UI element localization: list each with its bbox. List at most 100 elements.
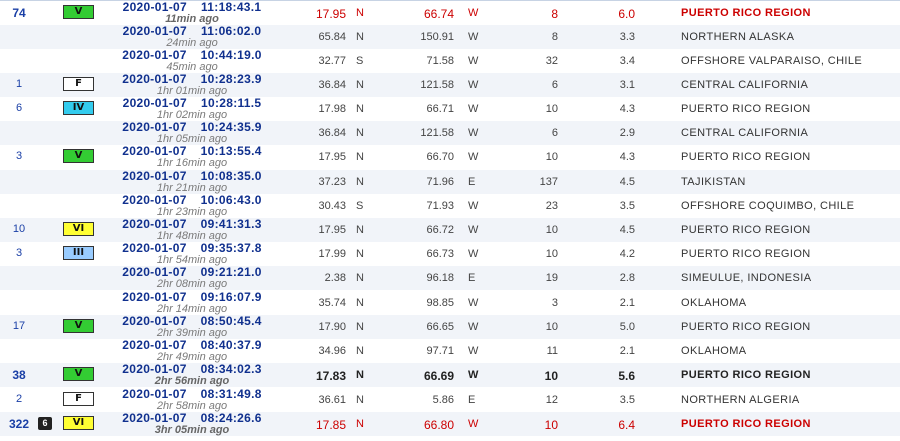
event-time[interactable]: 08:31:49.8 (201, 387, 262, 401)
earthquake-row[interactable]: 3 III 2020-01-07 09:35:37.8 1hr 54min ago 17.… (0, 241, 900, 267)
earthquake-row[interactable]: 2020-01-07 10:08:35.0 1hr 21min ago 37.23 N 7… (0, 170, 900, 194)
felt-reports-link[interactable]: 6 (16, 102, 22, 114)
event-date[interactable]: 2020-01-07 (122, 387, 186, 401)
event-date[interactable]: 2020-01-07 (122, 120, 186, 134)
earthquake-row[interactable]: 10 VI 2020-01-07 09:41:31.3 1hr 48min ago 17.… (0, 218, 900, 242)
intensity-badge[interactable]: F (63, 392, 94, 406)
event-time[interactable]: 10:24:35.9 (201, 120, 262, 134)
event-date[interactable]: 2020-01-07 (122, 48, 186, 62)
earthquake-row[interactable]: 2020-01-07 10:06:43.0 1hr 23min ago 30.43 S 7… (0, 193, 900, 219)
intensity-badge[interactable]: F (63, 77, 94, 91)
magnitude-value: 5.6 (618, 369, 635, 383)
felt-reports-link[interactable]: 3 (16, 247, 22, 259)
event-time[interactable]: 08:40:37.9 (201, 338, 262, 352)
felt-reports-count[interactable]: 17 (0, 320, 38, 332)
earthquake-row[interactable]: 2020-01-07 08:40:37.9 2hr 49min ago 34.96 N 9… (0, 338, 900, 364)
longitude-hemisphere: W (468, 55, 479, 67)
event-time[interactable]: 09:41:31.3 (201, 217, 262, 231)
event-date[interactable]: 2020-01-07 (123, 24, 187, 38)
earthquake-row[interactable]: 17 V 2020-01-07 08:50:45.4 2hr 39min ago 17.9… (0, 315, 900, 339)
event-date[interactable]: 2020-01-07 (122, 362, 186, 376)
latitude-hemisphere: N (356, 176, 364, 188)
felt-reports-count[interactable]: 3 (0, 150, 38, 162)
intensity-badge[interactable]: V (63, 367, 94, 381)
earthquake-row[interactable]: 38 V 2020-01-07 08:34:02.3 2hr 56min ago 17.8… (0, 363, 900, 387)
earthquake-row[interactable]: 322 6 VI 2020-01-07 08:24:26.6 3hr 05min ago 1… (0, 412, 900, 436)
intensity-badge[interactable]: VI (63, 222, 94, 236)
event-date[interactable]: 2020-01-07 (122, 314, 186, 328)
event-time[interactable]: 10:06:43.0 (201, 193, 262, 207)
depth-value: 23 (545, 200, 558, 212)
earthquake-row[interactable]: 74 V 2020-01-07 11:18:43.1 11min ago 17.95 N 66… (0, 1, 900, 25)
event-time[interactable]: 08:50:45.4 (201, 314, 262, 328)
felt-reports-link[interactable]: 17 (13, 320, 25, 332)
latitude-hemisphere: N (356, 31, 364, 43)
felt-reports-link[interactable]: 74 (12, 6, 25, 20)
earthquake-row[interactable]: 2020-01-07 10:24:35.9 1hr 05min ago 36.84 N 1… (0, 121, 900, 145)
intensity-badge[interactable]: III (63, 246, 94, 260)
latitude-hemisphere: N (356, 321, 364, 333)
camera-icon[interactable]: 6 (38, 417, 52, 430)
latitude-hemisphere: S (356, 200, 364, 212)
felt-reports-link[interactable]: 3 (16, 150, 22, 162)
event-date[interactable]: 2020-01-07 (122, 241, 186, 255)
magnitude-value: 2.1 (619, 345, 635, 357)
event-date[interactable]: 2020-01-07 (122, 290, 186, 304)
magnitude-value: 3.3 (619, 31, 635, 43)
felt-reports-link[interactable]: 322 (9, 417, 29, 431)
event-time[interactable]: 10:44:19.0 (201, 48, 262, 62)
felt-reports-link[interactable]: 1 (16, 78, 22, 90)
event-date[interactable]: 2020-01-07 (122, 72, 186, 86)
event-date[interactable]: 2020-01-07 (122, 265, 186, 279)
event-time[interactable]: 10:28:11.5 (201, 96, 261, 110)
earthquake-row[interactable]: 2 F 2020-01-07 08:31:49.8 2hr 58min ago 36.61… (0, 387, 900, 413)
event-date[interactable]: 2020-01-07 (122, 411, 186, 425)
earthquake-row[interactable]: 2020-01-07 11:06:02.0 24min ago 65.84 N 150.9… (0, 25, 900, 49)
latitude-value: 36.61 (318, 394, 346, 406)
region-name: PUERTO RICO REGION (681, 321, 811, 333)
event-time[interactable]: 09:35:37.8 (201, 241, 262, 255)
intensity-badge[interactable]: V (63, 5, 94, 19)
depth-value: 10 (545, 321, 558, 333)
felt-reports-count[interactable]: 1 (0, 78, 38, 90)
intensity-badge[interactable]: IV (63, 101, 94, 115)
event-time[interactable]: 11:06:02.0 (201, 24, 261, 38)
longitude-hemisphere: W (468, 345, 479, 357)
event-time[interactable]: 09:16:07.9 (201, 290, 262, 304)
intensity-badge[interactable]: V (63, 319, 94, 333)
felt-reports-link[interactable]: 38 (12, 368, 25, 382)
felt-reports-count[interactable]: 3 (0, 247, 38, 259)
event-date[interactable]: 2020-01-07 (122, 144, 186, 158)
felt-reports-count[interactable]: 38 (0, 368, 38, 382)
event-time[interactable]: 09:21:21.0 (201, 265, 262, 279)
felt-reports-count[interactable]: 74 (0, 6, 38, 20)
earthquake-row[interactable]: 3 V 2020-01-07 10:13:55.4 1hr 16min ago 17.95… (0, 144, 900, 170)
event-time[interactable]: 08:24:26.6 (201, 411, 262, 425)
event-time[interactable]: 10:28:23.9 (201, 72, 262, 86)
magnitude-value: 3.5 (619, 394, 635, 406)
earthquake-row[interactable]: 6 IV 2020-01-07 10:28:11.5 1hr 02min ago 17.9… (0, 96, 900, 122)
earthquake-row[interactable]: 1 F 2020-01-07 10:28:23.9 1hr 01min ago 36.84… (0, 73, 900, 97)
event-date[interactable]: 2020-01-07 (123, 96, 187, 110)
intensity-badge[interactable]: V (63, 149, 94, 163)
event-time[interactable]: 10:08:35.0 (201, 169, 262, 183)
earthquake-row[interactable]: 2020-01-07 09:16:07.9 2hr 14min ago 35.74 N 9… (0, 290, 900, 316)
event-time[interactable]: 11:18:43.1 (201, 1, 261, 14)
felt-reports-count[interactable]: 322 (0, 417, 38, 431)
event-date[interactable]: 2020-01-07 (122, 169, 186, 183)
event-date[interactable]: 2020-01-07 (122, 217, 186, 231)
felt-reports-count[interactable]: 2 (0, 393, 38, 405)
event-time[interactable]: 10:13:55.4 (201, 144, 262, 158)
latitude-value: 17.99 (318, 248, 346, 260)
event-date[interactable]: 2020-01-07 (122, 338, 186, 352)
event-date[interactable]: 2020-01-07 (122, 193, 186, 207)
earthquake-row[interactable]: 2020-01-07 10:44:19.0 45min ago 32.77 S 71.58… (0, 48, 900, 74)
felt-reports-link[interactable]: 10 (13, 223, 25, 235)
event-time[interactable]: 08:34:02.3 (201, 362, 262, 376)
felt-reports-count[interactable]: 6 (0, 102, 38, 114)
intensity-badge[interactable]: VI (63, 416, 94, 430)
earthquake-row[interactable]: 2020-01-07 09:21:21.0 2hr 08min ago 2.38 N 96… (0, 266, 900, 290)
felt-reports-link[interactable]: 2 (16, 393, 22, 405)
event-date[interactable]: 2020-01-07 (123, 1, 187, 14)
felt-reports-count[interactable]: 10 (0, 223, 38, 235)
